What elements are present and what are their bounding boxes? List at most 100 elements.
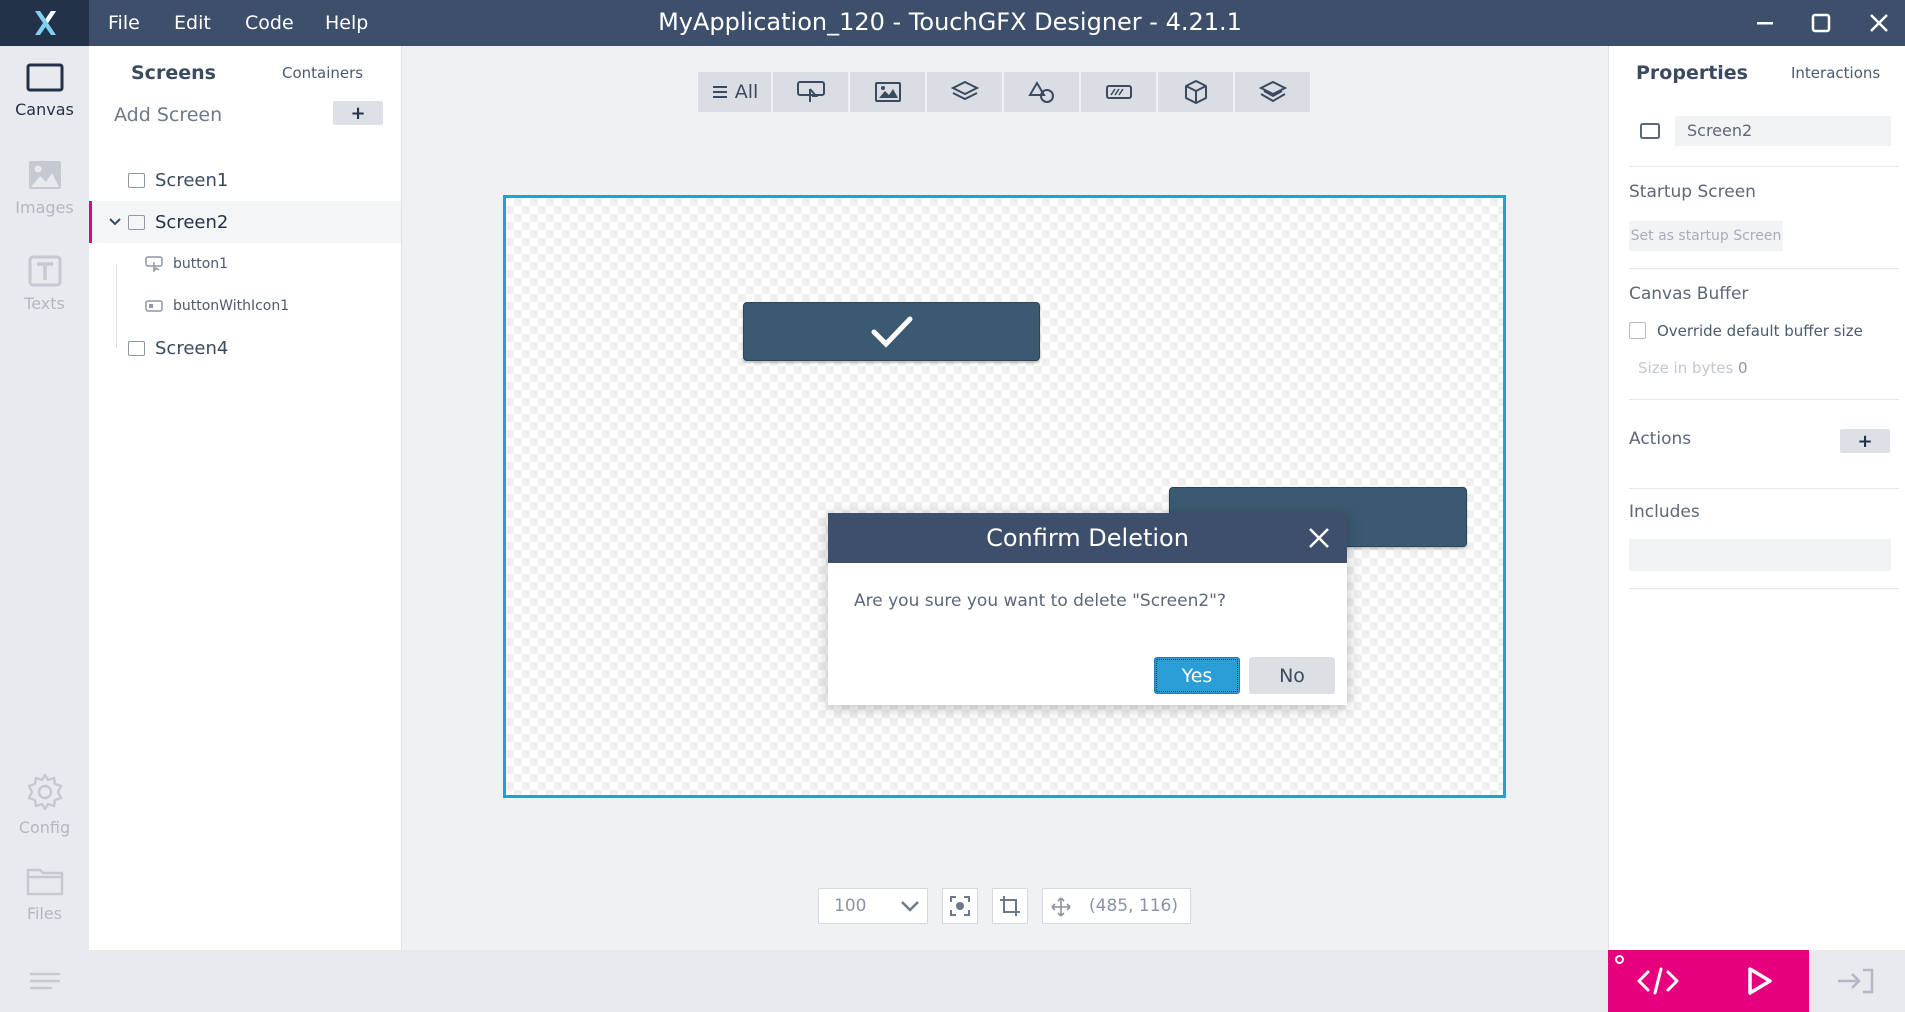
nav-texts[interactable]: Texts — [0, 238, 89, 320]
canvas-icon — [25, 62, 65, 94]
3d-icon — [1183, 79, 1209, 105]
tab-screens[interactable]: Screens — [131, 58, 216, 88]
screen-name-input[interactable]: Screen2 — [1675, 116, 1891, 146]
startup-screen-heading: Startup Screen — [1629, 182, 1756, 202]
checkmark-icon — [870, 315, 914, 349]
nav-config-label: Config — [18, 818, 71, 837]
tree-item-label: Screen4 — [155, 337, 229, 359]
touchgfx-logo-icon[interactable] — [0, 0, 89, 46]
add-action-button[interactable]: + — [1840, 429, 1890, 453]
progress-icon — [1105, 83, 1133, 101]
shapes-icon — [1027, 80, 1056, 104]
menu-lines-icon — [28, 971, 62, 991]
tab-interactions[interactable]: Interactions — [1791, 58, 1880, 88]
tree-item-buttonwithicon1[interactable]: buttonWithIcon1 — [89, 285, 401, 327]
set-startup-screen-button[interactable]: Set as startup Screen — [1629, 221, 1783, 251]
minimize-icon[interactable] — [1748, 6, 1782, 40]
run-simulator-button[interactable] — [1708, 950, 1809, 1012]
close-icon[interactable] — [1862, 6, 1896, 40]
tab-properties[interactable]: Properties — [1636, 58, 1748, 88]
screen-artboard[interactable] — [503, 195, 1506, 798]
includes-field[interactable] — [1629, 539, 1891, 571]
tree-item-button1[interactable]: button1 — [89, 243, 401, 285]
category-progress-button[interactable] — [1081, 72, 1156, 112]
tab-containers[interactable]: Containers — [282, 58, 363, 88]
tree-item-screen2[interactable]: Screen2 — [89, 201, 401, 243]
nav-canvas-label: Canvas — [15, 100, 74, 119]
divider — [1629, 399, 1899, 400]
divider — [1629, 166, 1899, 167]
tree-item-label: buttonWithIcon1 — [173, 298, 290, 314]
nav-canvas[interactable]: Canvas — [0, 46, 89, 128]
category-3d-button[interactable] — [1158, 72, 1233, 112]
category-containers-button[interactable] — [927, 72, 1002, 112]
play-icon — [1743, 965, 1775, 997]
screens-panel: Screens Containers Add Screen + Screen1 … — [89, 46, 402, 950]
tree-item-screen1[interactable]: Screen1 — [89, 159, 401, 201]
fit-to-screen-button[interactable] — [942, 888, 978, 924]
size-in-bytes-value[interactable]: 0 — [1738, 359, 1748, 377]
includes-heading: Includes — [1629, 502, 1700, 522]
log-toggle-button[interactable] — [0, 950, 89, 1012]
export-button[interactable] — [1820, 958, 1890, 1004]
category-all-label: All — [734, 81, 759, 103]
tree-item-screen4[interactable]: Screen4 — [89, 327, 401, 369]
no-button[interactable]: No — [1249, 657, 1335, 694]
tree-item-label: button1 — [173, 256, 229, 272]
folder-icon — [25, 864, 65, 898]
chevron-down-icon — [900, 900, 920, 912]
screen-checkbox-icon — [128, 340, 145, 356]
size-in-bytes-label: Size in bytes — [1638, 359, 1734, 377]
tree-item-label: Screen1 — [155, 169, 229, 191]
button-icon — [145, 256, 163, 272]
containers-icon — [950, 80, 979, 104]
category-images-button[interactable] — [850, 72, 925, 112]
dialog-close-icon[interactable] — [1307, 526, 1331, 550]
tree-item-label: Screen2 — [155, 211, 229, 233]
screen-checkbox-icon — [128, 214, 145, 230]
crop-icon — [999, 895, 1021, 917]
nav-images-label: Images — [15, 198, 74, 217]
button-with-icon-icon — [145, 300, 163, 312]
chevron-down-icon[interactable] — [109, 218, 123, 226]
canvas-buffer-heading: Canvas Buffer — [1629, 284, 1749, 304]
category-layers-button[interactable] — [1235, 72, 1310, 112]
menu-help[interactable]: Help — [325, 0, 368, 46]
menu-file[interactable]: File — [108, 0, 140, 46]
code-icon — [1636, 966, 1680, 996]
actions-heading: Actions — [1629, 429, 1692, 449]
category-all-button[interactable]: All — [698, 72, 771, 112]
canvas-widget-button1[interactable] — [743, 302, 1040, 361]
status-indicator-icon — [1615, 955, 1624, 964]
override-buffer-label: Override default buffer size — [1657, 322, 1863, 340]
category-shapes-button[interactable] — [1004, 72, 1079, 112]
nav-config[interactable]: Config — [0, 756, 89, 838]
image-icon — [25, 158, 65, 192]
cursor-coordinates: (485, 116) — [1042, 888, 1191, 924]
category-buttons-button[interactable] — [773, 72, 848, 112]
nav-texts-label: Texts — [24, 294, 65, 313]
nav-images[interactable]: Images — [0, 142, 89, 224]
crop-button[interactable] — [992, 888, 1028, 924]
yes-button[interactable]: Yes — [1154, 657, 1240, 694]
screen-checkbox-icon — [128, 172, 145, 188]
divider — [1629, 488, 1899, 489]
nav-files[interactable]: Files — [0, 848, 89, 930]
zoom-select[interactable]: 100 — [818, 888, 928, 924]
dialog-title: Confirm Deletion — [828, 513, 1347, 563]
buttons-icon — [796, 80, 826, 104]
add-screen-button[interactable]: + — [333, 101, 383, 125]
coordinates-value: (485, 116) — [1089, 896, 1178, 916]
move-icon — [1051, 897, 1071, 917]
properties-panel: Properties Interactions Screen2 Startup … — [1608, 46, 1905, 950]
dialog-message: Are you sure you want to delete "Screen2… — [854, 591, 1227, 611]
zoom-value: 100 — [834, 896, 867, 916]
maximize-icon[interactable] — [1804, 6, 1838, 40]
images-icon — [874, 81, 902, 103]
screen-type-icon — [1640, 123, 1660, 139]
menu-code[interactable]: Code — [245, 0, 294, 46]
override-buffer-checkbox[interactable] — [1629, 322, 1646, 339]
nav-files-label: Files — [26, 904, 63, 923]
all-icon — [711, 85, 729, 99]
menu-edit[interactable]: Edit — [174, 0, 211, 46]
